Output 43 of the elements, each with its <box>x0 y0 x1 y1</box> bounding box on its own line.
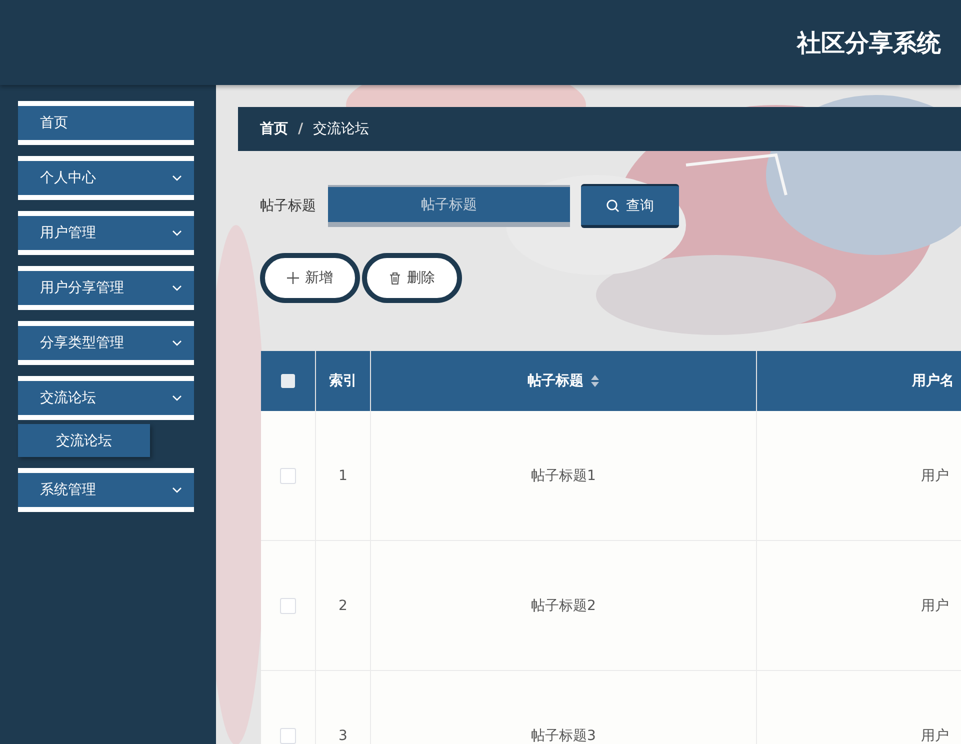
breadcrumb-link[interactable]: 交流论坛 <box>313 120 370 138</box>
search-icon <box>606 198 620 212</box>
table-cell: 帖子标题3 <box>531 728 596 744</box>
column-header: 索引 <box>316 351 370 411</box>
plus-icon <box>287 272 299 284</box>
column-header: 用户名 <box>756 351 961 411</box>
table-cell: 帖子标题2 <box>531 598 596 614</box>
column-header: 帖子标题 <box>370 351 756 411</box>
table-cell: 1 <box>338 468 348 484</box>
chevron-down-icon <box>172 487 182 493</box>
breadcrumb-link[interactable]: 首页 <box>260 120 288 138</box>
menu-item[interactable]: 分享类型管理 <box>18 321 194 365</box>
table-cell-text: 用户 <box>920 468 949 484</box>
menu-item[interactable]: 首页 <box>18 101 194 145</box>
row-checkbox[interactable] <box>280 728 296 744</box>
field-label: 帖子标题 <box>260 197 316 215</box>
menu-item[interactable]: 用户分享管理 <box>18 266 194 310</box>
chevron-down-icon <box>172 230 182 236</box>
add-button[interactable]: 新增 <box>260 253 360 303</box>
search-button[interactable]: 查询 <box>581 184 679 228</box>
menu-item[interactable]: 个人中心 <box>18 156 194 200</box>
row-checkbox[interactable] <box>280 598 296 614</box>
table-cell: 帖子标题1 <box>531 468 596 484</box>
sort-icon[interactable] <box>590 374 600 388</box>
menu-item[interactable]: 系统管理 <box>18 468 194 512</box>
table-cell-text: 用户 <box>920 728 949 744</box>
table-cell: 3 <box>338 728 348 744</box>
breadcrumb-separator: / <box>298 121 304 137</box>
select-all-checkbox[interactable] <box>281 374 295 388</box>
search-field[interactable]: 帖子标题 <box>328 185 570 227</box>
trash-icon <box>389 272 401 284</box>
chevron-down-icon <box>172 395 182 401</box>
menu-item[interactable]: 交流论坛 <box>18 376 194 420</box>
table-cell-text: 用户 <box>920 598 949 614</box>
chevron-down-icon <box>172 285 182 291</box>
chevron-down-icon <box>172 175 182 181</box>
chevron-down-icon <box>172 340 182 346</box>
row-checkbox[interactable] <box>280 468 296 484</box>
system-title: 社区分享系统 <box>797 28 941 58</box>
delete-button[interactable]: 删除 <box>362 253 462 303</box>
table-cell: 2 <box>338 598 348 614</box>
submenu-item[interactable]: 交流论坛 <box>18 424 150 457</box>
menu-item[interactable]: 用户管理 <box>18 211 194 255</box>
